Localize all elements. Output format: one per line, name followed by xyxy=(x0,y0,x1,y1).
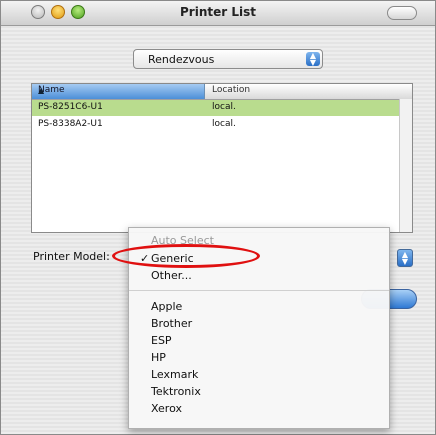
window-title: Printer List xyxy=(180,5,256,19)
popup-arrows-icon: ▲ ▼ xyxy=(306,52,320,67)
menu-item-brother[interactable]: Brother xyxy=(151,317,192,330)
sort-ascending-icon: ▲ xyxy=(38,86,45,95)
menu-separator xyxy=(129,290,389,291)
printer-model-label: Printer Model: xyxy=(33,250,110,263)
menu-item-xerox[interactable]: Xerox xyxy=(151,402,182,415)
table-row[interactable]: PS-8338A2-U1 local. xyxy=(32,117,412,133)
annotation-red-ellipse xyxy=(112,244,260,268)
menu-item-apple[interactable]: Apple xyxy=(151,300,182,313)
table-header: Name ▲ Location xyxy=(32,84,412,100)
discovery-popup-value: Rendezvous xyxy=(148,53,215,66)
toolbar-toggle-button[interactable] xyxy=(387,6,417,20)
printer-list-window: Printer List Rendezvous ▲ ▼ Name ▲ Locati… xyxy=(0,0,436,435)
column-header-location[interactable]: Location xyxy=(212,85,250,95)
menu-item-hp[interactable]: HP xyxy=(151,351,166,364)
printer-table: Name ▲ Location PS-8251C6-U1 local. PS-8… xyxy=(31,83,413,233)
table-row[interactable]: PS-8251C6-U1 local. xyxy=(32,100,412,116)
menu-item-tektronix[interactable]: Tektronix xyxy=(151,385,201,398)
printer-name-cell: PS-8338A2-U1 xyxy=(38,119,103,129)
table-scrollbar[interactable] xyxy=(399,99,412,232)
title-bar[interactable]: Printer List xyxy=(1,1,435,26)
discovery-popup[interactable]: Rendezvous ▲ ▼ xyxy=(133,49,323,69)
menu-item-other[interactable]: Other... xyxy=(151,269,192,282)
printer-location-cell: local. xyxy=(212,102,236,112)
printer-name-cell: PS-8251C6-U1 xyxy=(38,102,103,112)
menu-item-lexmark[interactable]: Lexmark xyxy=(151,368,198,381)
column-header-name[interactable]: Name ▲ xyxy=(32,84,205,99)
printer-model-popup-arrows-icon[interactable]: ▲ ▼ xyxy=(397,249,413,267)
menu-item-esp[interactable]: ESP xyxy=(151,334,172,347)
printer-location-cell: local. xyxy=(212,119,236,129)
